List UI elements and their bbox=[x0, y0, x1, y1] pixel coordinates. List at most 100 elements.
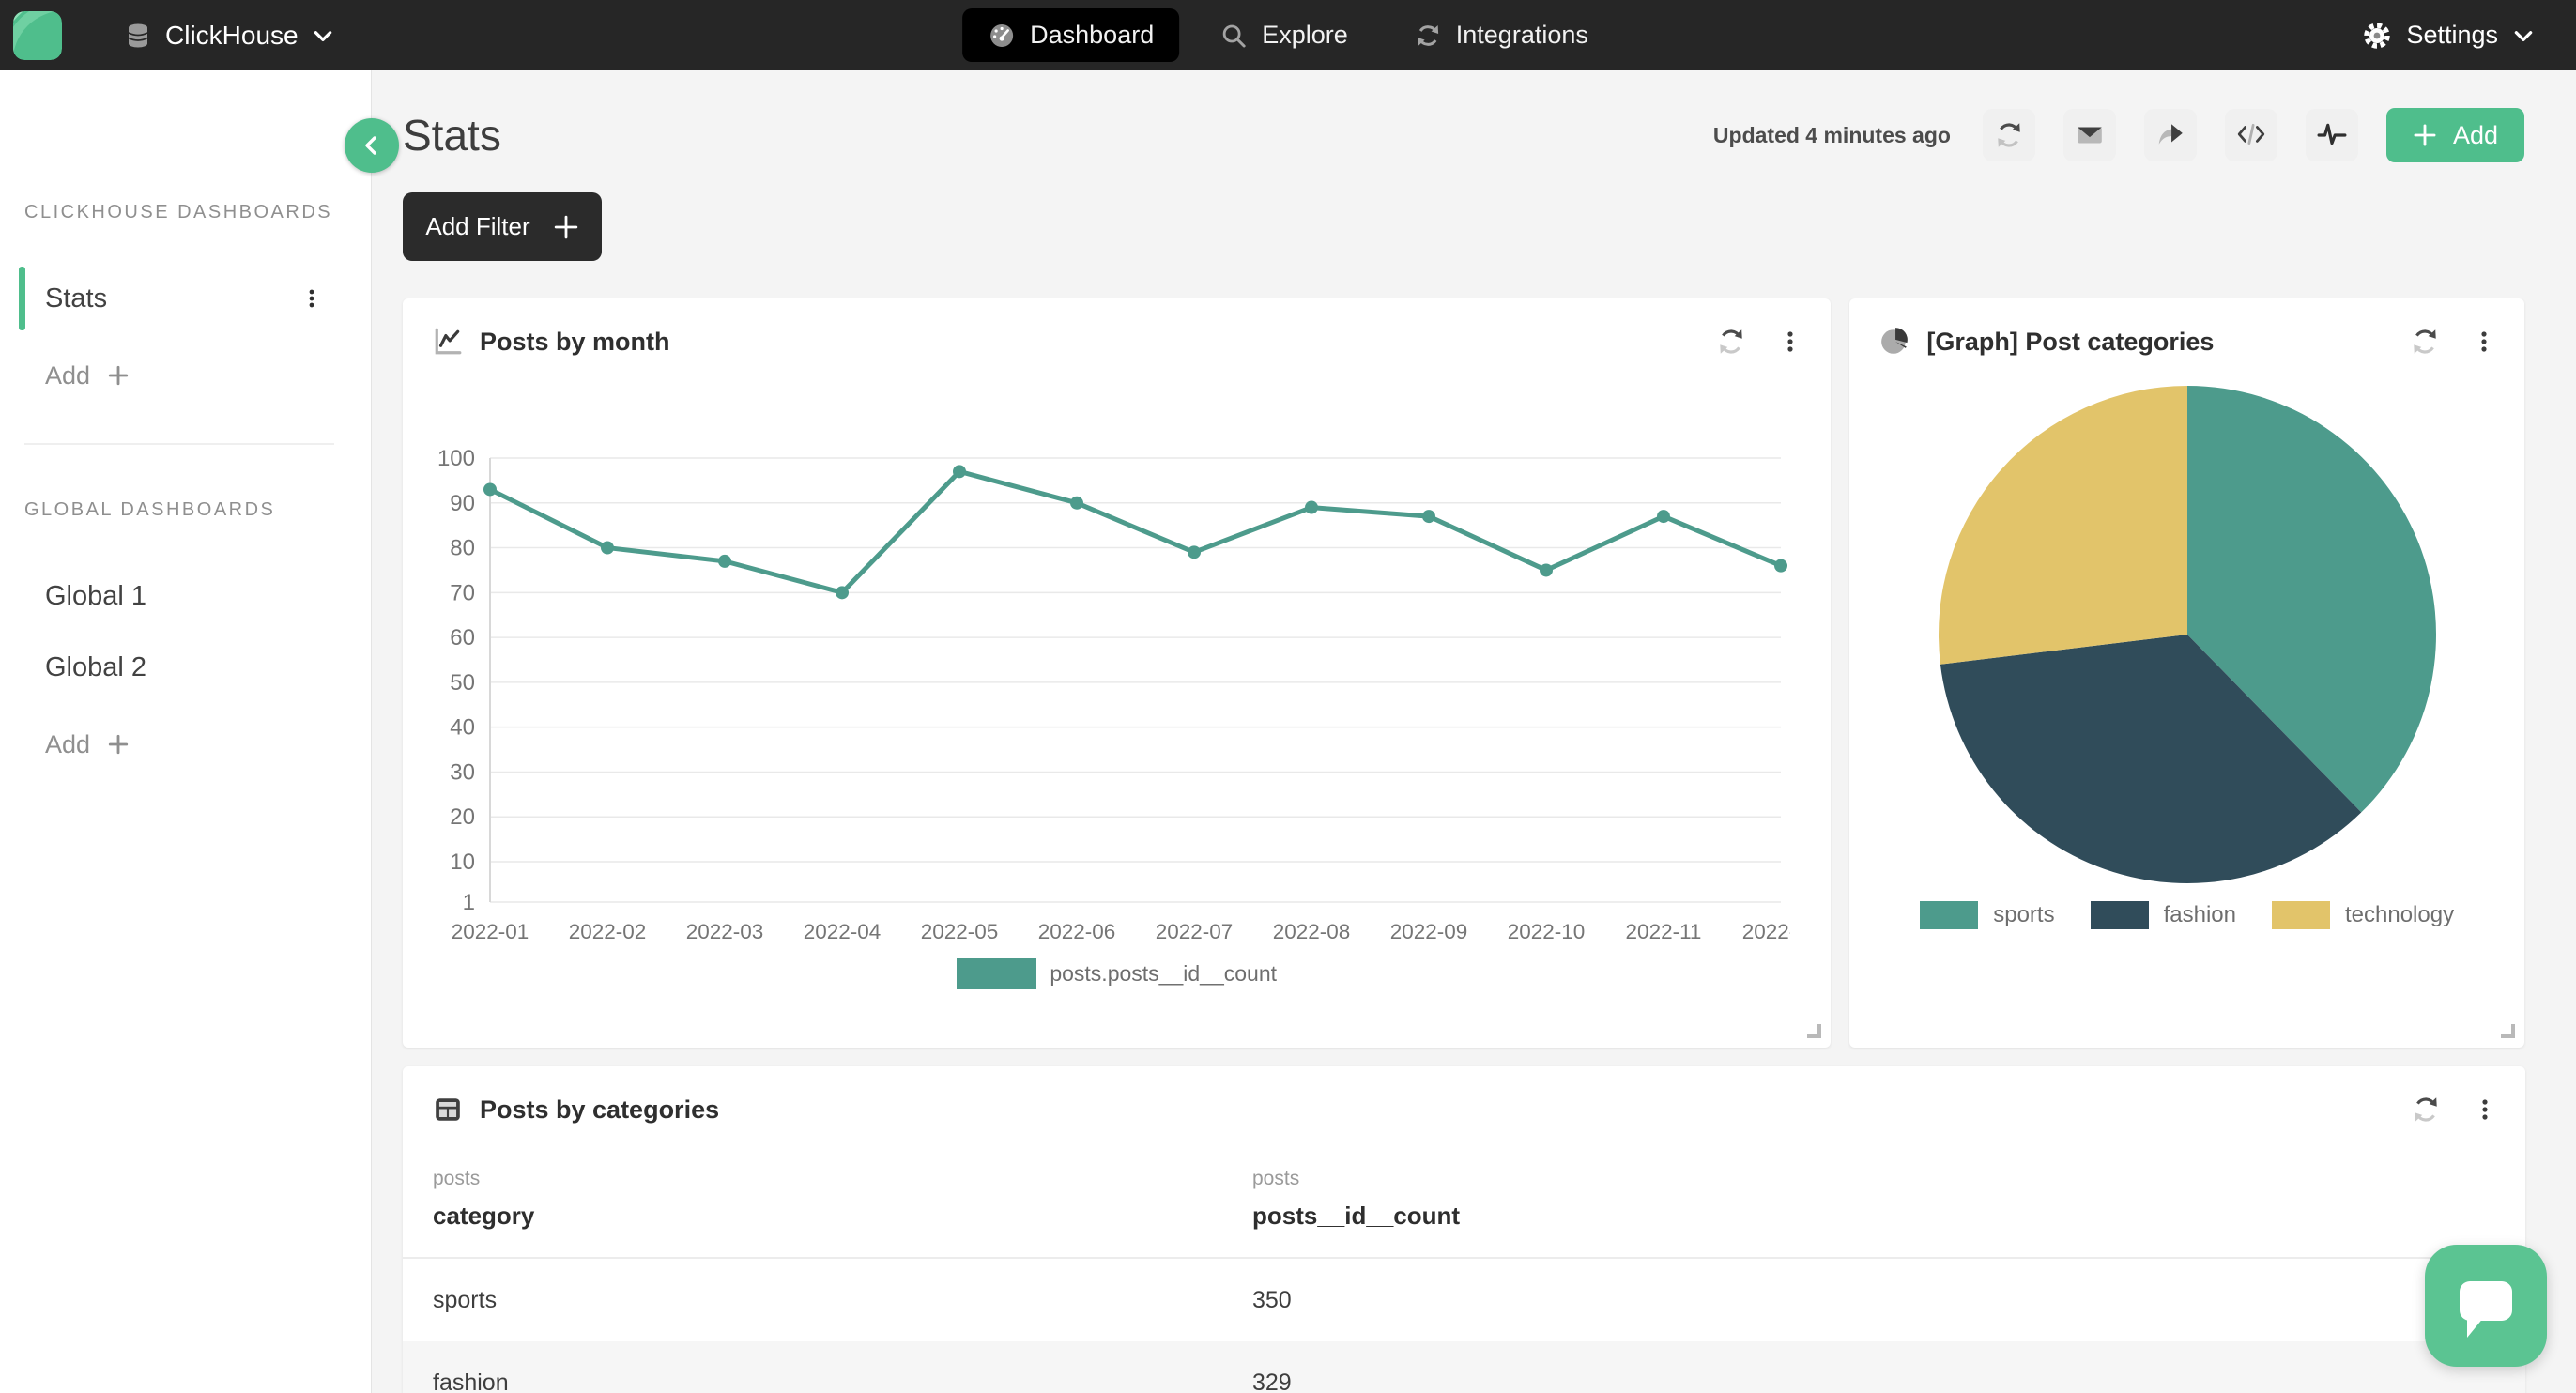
tab-integrations[interactable]: Integrations bbox=[1388, 8, 1614, 62]
legend-label: posts.posts__id__count bbox=[1050, 961, 1277, 987]
add-filter-button[interactable]: Add Filter bbox=[403, 192, 602, 261]
gear-icon bbox=[2362, 21, 2392, 51]
svg-text:2022-11: 2022-11 bbox=[1626, 920, 1702, 943]
sidebar-item-stats[interactable]: Stats bbox=[0, 263, 371, 334]
settings-menu[interactable]: Settings bbox=[2362, 21, 2535, 51]
card-actions bbox=[2411, 1094, 2495, 1125]
add-chart-button[interactable]: Add bbox=[2386, 108, 2524, 162]
stats-kebab-menu-icon[interactable] bbox=[301, 288, 322, 309]
sidebar-add-dashboard[interactable]: Add bbox=[0, 345, 371, 406]
share-forward-icon bbox=[2155, 120, 2185, 150]
tab-explore[interactable]: Explore bbox=[1194, 8, 1373, 62]
share-button[interactable] bbox=[2144, 109, 2197, 161]
card-title: [Graph] Post categories bbox=[1926, 328, 2214, 357]
add-label: Add bbox=[45, 730, 90, 759]
svg-text:2022-02: 2022-02 bbox=[569, 920, 647, 943]
post-categories-pie-chart bbox=[1934, 381, 2441, 888]
card-header: [Graph] Post categories bbox=[1849, 298, 2524, 357]
sidebar-section-clickhouse-dashboards: CLICKHOUSE DASHBOARDS bbox=[0, 202, 371, 223]
refresh-icon bbox=[1994, 120, 2024, 150]
database-selector[interactable]: ClickHouse bbox=[124, 21, 334, 51]
settings-label: Settings bbox=[2406, 21, 2498, 50]
svg-text:2022-01: 2022-01 bbox=[452, 920, 529, 943]
sync-icon bbox=[1414, 22, 1442, 50]
page-title: Stats bbox=[403, 110, 501, 161]
svg-text:40: 40 bbox=[450, 715, 475, 741]
brand-label: ClickHouse bbox=[165, 21, 299, 51]
column-name-label: posts__id__count bbox=[1252, 1202, 2495, 1231]
search-icon bbox=[1219, 22, 1248, 50]
card-title: Posts by categories bbox=[480, 1095, 719, 1125]
svg-text:2022-09: 2022-09 bbox=[1390, 920, 1468, 943]
card-kebab-menu-icon[interactable] bbox=[2475, 1097, 2495, 1122]
plus-icon bbox=[2413, 123, 2437, 147]
sidebar-section-global-dashboards: GLOBAL DASHBOARDS bbox=[0, 499, 371, 521]
sidebar-item-label: Global 2 bbox=[45, 652, 146, 683]
svg-text:100: 100 bbox=[437, 446, 475, 471]
table-body: sports350fashion329 bbox=[403, 1259, 2525, 1393]
cell-count: 350 bbox=[1252, 1287, 2495, 1314]
card-posts-by-month: Posts by month bbox=[403, 298, 1831, 1048]
chevron-left-icon bbox=[360, 133, 384, 158]
resize-grip[interactable] bbox=[1807, 1024, 1821, 1038]
sidebar-item-label: Global 1 bbox=[45, 581, 146, 612]
dashboard-row-1: Posts by month bbox=[403, 298, 2524, 1048]
sidebar-add-global-dashboard[interactable]: Add bbox=[0, 714, 371, 774]
tab-label: Integrations bbox=[1456, 21, 1588, 50]
add-label: Add bbox=[45, 361, 90, 390]
header-actions: Updated 4 minutes ago bbox=[1713, 108, 2524, 162]
resize-grip[interactable] bbox=[2501, 1024, 2515, 1038]
svg-text:60: 60 bbox=[450, 625, 475, 651]
line-chart-legend: posts.posts__id__count bbox=[403, 958, 1831, 989]
brand: ClickHouse bbox=[13, 11, 334, 60]
card-refresh-button[interactable] bbox=[2410, 327, 2440, 357]
svg-text:90: 90 bbox=[450, 491, 475, 516]
embed-code-button[interactable] bbox=[2225, 109, 2277, 161]
app-logo[interactable] bbox=[13, 11, 62, 60]
tab-dashboard[interactable]: Dashboard bbox=[962, 8, 1179, 62]
activity-button[interactable] bbox=[2306, 109, 2358, 161]
card-refresh-button[interactable] bbox=[1716, 327, 1746, 357]
cell-category: sports bbox=[433, 1287, 1252, 1314]
card-post-categories: [Graph] Post categories bbox=[1849, 298, 2524, 1048]
legend-item-fashion: fashion bbox=[2091, 901, 2236, 929]
legend-label: fashion bbox=[2164, 902, 2236, 928]
svg-text:2022-10: 2022-10 bbox=[1508, 920, 1586, 943]
posts-by-month-line-chart: 11020304050607080901002022-012022-022022… bbox=[410, 439, 1790, 951]
cell-count: 329 bbox=[1252, 1370, 2495, 1393]
tab-label: Explore bbox=[1262, 21, 1348, 50]
column-group-label: posts bbox=[433, 1168, 1252, 1190]
sidebar-item-global-1[interactable]: Global 1 bbox=[0, 560, 371, 632]
refresh-dashboard-button[interactable] bbox=[1983, 109, 2035, 161]
column-header-count: posts posts__id__count bbox=[1252, 1168, 2495, 1231]
sidebar-collapse-button[interactable] bbox=[345, 118, 399, 173]
card-title: Posts by month bbox=[480, 328, 670, 357]
dashboard-gauge-icon bbox=[988, 22, 1016, 50]
svg-text:2022-06: 2022-06 bbox=[1038, 920, 1116, 943]
add-button-label: Add bbox=[2453, 121, 2498, 150]
chat-bubble-icon bbox=[2439, 1259, 2533, 1353]
svg-text:20: 20 bbox=[450, 804, 475, 830]
sidebar: CLICKHOUSE DASHBOARDS Stats Add GLOBAL D… bbox=[0, 70, 372, 1393]
main-content: Stats Updated 4 minutes ago bbox=[372, 70, 2576, 1393]
email-report-button[interactable] bbox=[2063, 109, 2116, 161]
sidebar-item-global-2[interactable]: Global 2 bbox=[0, 632, 371, 703]
cell-category: fashion bbox=[433, 1370, 1252, 1393]
column-header-category: posts category bbox=[433, 1168, 1252, 1231]
chevron-down-icon bbox=[2512, 24, 2535, 47]
legend-item-technology: technology bbox=[2272, 901, 2454, 929]
legend-swatch bbox=[1920, 901, 1978, 929]
chat-widget-button[interactable] bbox=[2425, 1245, 2547, 1367]
card-posts-by-categories: Posts by categories bbox=[403, 1066, 2525, 1393]
card-kebab-menu-icon[interactable] bbox=[1780, 329, 1801, 354]
database-icon bbox=[124, 22, 152, 50]
card-refresh-button[interactable] bbox=[2411, 1094, 2441, 1125]
table-row[interactable]: fashion329 bbox=[403, 1341, 2525, 1393]
table-row[interactable]: sports350 bbox=[403, 1259, 2525, 1341]
legend-item-sports: sports bbox=[1920, 901, 2054, 929]
svg-text:70: 70 bbox=[450, 580, 475, 605]
topbar: ClickHouse Dashboard Explore bbox=[0, 0, 2576, 70]
table-icon bbox=[433, 1094, 463, 1125]
card-kebab-menu-icon[interactable] bbox=[2474, 329, 2494, 354]
pulse-icon bbox=[2317, 120, 2347, 150]
